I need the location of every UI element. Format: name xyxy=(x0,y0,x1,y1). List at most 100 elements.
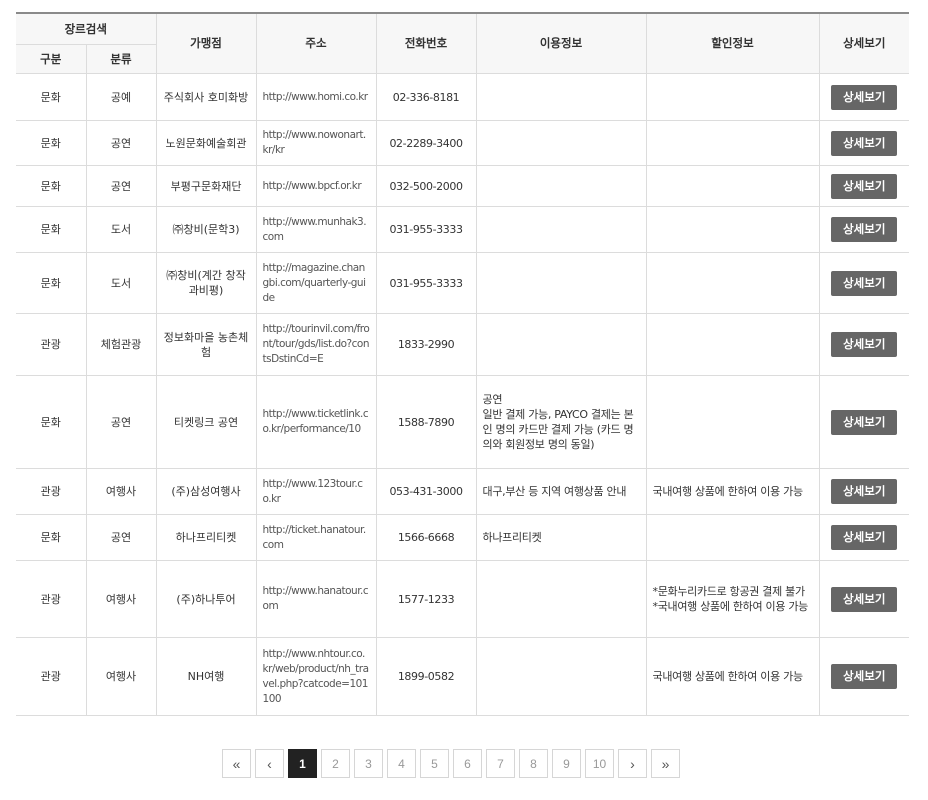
discount-cell xyxy=(645,73,820,121)
usage-cell xyxy=(475,206,647,253)
page-button-9[interactable]: 9 xyxy=(552,749,581,778)
page-button-6[interactable]: 6 xyxy=(453,749,482,778)
table-row: 문화 공연 부평구문화재단 http://www.bpcf.or.kr 032-500-… xyxy=(16,165,910,207)
table-row: 관광 여행사 NH여행 http://www.nhtour.co.kr/web/pro… xyxy=(16,637,910,716)
first-page-button[interactable]: « xyxy=(222,749,251,778)
address-cell: http://www.homi.co.kr xyxy=(255,73,377,121)
phone-cell: 1566-6668 xyxy=(375,514,477,561)
address-cell: http://www.nowonart.kr/kr xyxy=(255,120,377,166)
detail-cell: 상세보기 xyxy=(818,514,910,561)
detail-button[interactable]: 상세보기 xyxy=(831,409,898,435)
category-cell: 관광 xyxy=(16,313,86,376)
address-cell: http://magazine.changbi.com/quarterly-gu… xyxy=(255,252,377,314)
address-cell: http://ticket.hanatour.com xyxy=(255,514,377,561)
discount-cell: *문화누리카드로 항공권 결제 불가 *국내여행 상품에 한하여 이용 가능 xyxy=(645,560,820,638)
detail-button[interactable]: 상세보기 xyxy=(831,664,898,689)
detail-button[interactable]: 상세보기 xyxy=(831,479,898,504)
table-body: 문화 공예 주식회사 호미화방 http://www.homi.co.kr 02-336… xyxy=(16,73,910,716)
page-button-7[interactable]: 7 xyxy=(486,749,515,778)
detail-cell: 상세보기 xyxy=(818,252,910,314)
detail-button[interactable]: 상세보기 xyxy=(831,130,898,156)
page-button-2[interactable]: 2 xyxy=(321,749,350,778)
detail-button[interactable]: 상세보기 xyxy=(831,84,898,110)
store-cell: 티켓링크 공연 xyxy=(155,375,257,469)
phone-cell: 1577-1233 xyxy=(375,560,477,638)
address-header: 주소 xyxy=(255,13,377,74)
subcategory-cell: 공예 xyxy=(85,73,157,121)
table-row: 문화 도서 ㈜창비(문학3) http://www.munhak3.com 031-95… xyxy=(16,206,910,253)
usage-cell xyxy=(475,73,647,121)
page-button-1[interactable]: 1 xyxy=(288,749,317,778)
page-button-8[interactable]: 8 xyxy=(519,749,548,778)
table-header: 장르검색 가맹점 주소 전화번호 이용정보 할인정보 상세보기 구분 분류 xyxy=(16,13,910,74)
page-button-3[interactable]: 3 xyxy=(354,749,383,778)
next-page-button[interactable]: › xyxy=(618,749,647,778)
store-cell: (주)삼성여행사 xyxy=(155,468,257,515)
detail-cell: 상세보기 xyxy=(818,165,910,207)
usage-cell: 하나프리티켓 xyxy=(475,514,647,561)
category-cell: 문화 xyxy=(16,206,86,253)
discount-cell xyxy=(645,120,820,166)
usage-header: 이용정보 xyxy=(475,13,647,74)
last-page-button[interactable]: » xyxy=(651,749,680,778)
phone-cell: 053-431-3000 xyxy=(375,468,477,515)
store-list: 장르검색 가맹점 주소 전화번호 이용정보 할인정보 상세보기 구분 분류 문화… xyxy=(16,12,910,716)
subcategory-cell: 여행사 xyxy=(85,637,157,716)
store-cell: 주식회사 호미화방 xyxy=(155,73,257,121)
store-cell: 정보화마을 농촌체험 xyxy=(155,313,257,376)
phone-cell: 1588-7890 xyxy=(375,375,477,469)
category-cell: 문화 xyxy=(16,252,86,314)
prev-page-button[interactable]: ‹ xyxy=(255,749,284,778)
category-cell: 문화 xyxy=(16,514,86,561)
subcategory-cell: 체험관광 xyxy=(85,313,157,376)
address-cell: http://www.ticketlink.co.kr/performance/… xyxy=(255,375,377,469)
subcategory-cell: 도서 xyxy=(85,206,157,253)
detail-button[interactable]: 상세보기 xyxy=(831,332,898,357)
detail-cell: 상세보기 xyxy=(818,560,910,638)
category-cell: 문화 xyxy=(16,165,86,207)
detail-button[interactable]: 상세보기 xyxy=(831,270,898,296)
category-header: 구분 xyxy=(16,44,86,74)
page-button-10[interactable]: 10 xyxy=(585,749,614,778)
category-cell: 문화 xyxy=(16,375,86,469)
category-cell: 문화 xyxy=(16,120,86,166)
store-table: 장르검색 가맹점 주소 전화번호 이용정보 할인정보 상세보기 구분 분류 문화… xyxy=(16,12,910,716)
table-row: 관광 여행사 (주)하나투어 http://www.hanatour.com 1577-… xyxy=(16,560,910,638)
usage-cell xyxy=(475,165,647,207)
discount-cell: 국내여행 상품에 한하여 이용 가능 xyxy=(645,637,820,716)
subcategory-header: 분류 xyxy=(85,44,157,74)
table-row: 관광 여행사 (주)삼성여행사 http://www.123tour.co.kr 053… xyxy=(16,468,910,515)
discount-cell xyxy=(645,165,820,207)
detail-cell: 상세보기 xyxy=(818,73,910,121)
detail-button[interactable]: 상세보기 xyxy=(831,525,898,550)
usage-cell xyxy=(475,120,647,166)
detail-cell: 상세보기 xyxy=(818,206,910,253)
category-cell: 관광 xyxy=(16,637,86,716)
store-cell: 하나프리티켓 xyxy=(155,514,257,561)
page-button-5[interactable]: 5 xyxy=(420,749,449,778)
store-header: 가맹점 xyxy=(155,13,257,74)
discount-cell xyxy=(645,252,820,314)
table-row: 문화 공예 주식회사 호미화방 http://www.homi.co.kr 02-336… xyxy=(16,73,910,121)
usage-cell xyxy=(475,252,647,314)
store-cell: ㈜창비(계간 창작과비평) xyxy=(155,252,257,314)
subcategory-cell: 공연 xyxy=(85,165,157,207)
detail-header: 상세보기 xyxy=(818,13,910,74)
table-row: 문화 공연 하나프리티켓 http://ticket.hanatour.com 1566… xyxy=(16,514,910,561)
detail-button[interactable]: 상세보기 xyxy=(831,586,898,612)
store-cell: 부평구문화재단 xyxy=(155,165,257,207)
discount-cell xyxy=(645,375,820,469)
detail-button[interactable]: 상세보기 xyxy=(831,173,898,199)
phone-cell: 02-336-8181 xyxy=(375,73,477,121)
usage-cell: 대구,부산 등 지역 여행상품 안내 xyxy=(475,468,647,515)
discount-cell: 국내여행 상품에 한하여 이용 가능 xyxy=(645,468,820,515)
usage-cell xyxy=(475,313,647,376)
address-cell: http://www.bpcf.or.kr xyxy=(255,165,377,207)
address-cell: http://www.123tour.co.kr xyxy=(255,468,377,515)
detail-cell: 상세보기 xyxy=(818,313,910,376)
usage-cell xyxy=(475,637,647,716)
store-cell: 노원문화예술회관 xyxy=(155,120,257,166)
page-button-4[interactable]: 4 xyxy=(387,749,416,778)
subcategory-cell: 공연 xyxy=(85,120,157,166)
detail-button[interactable]: 상세보기 xyxy=(831,217,898,242)
